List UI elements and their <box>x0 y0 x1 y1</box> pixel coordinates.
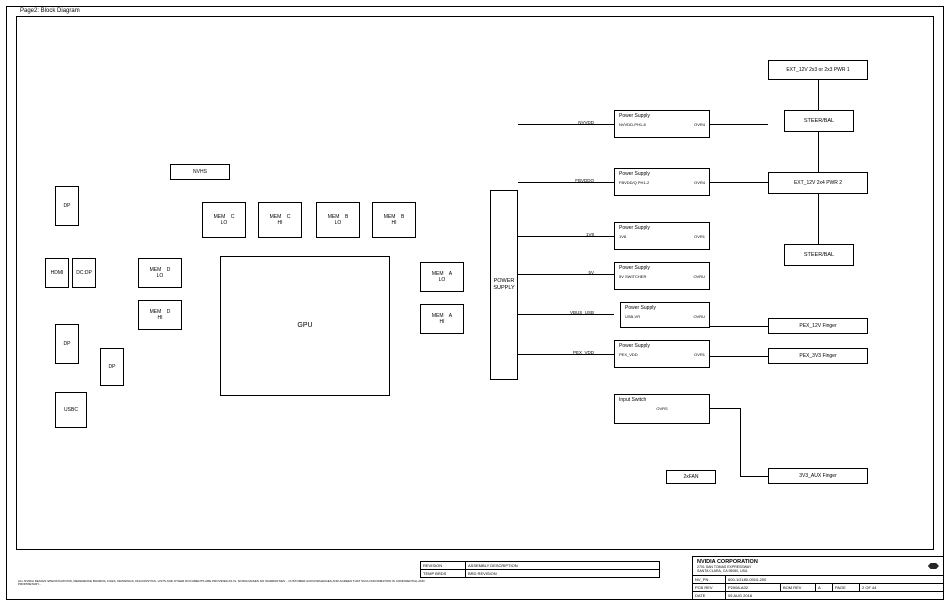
ps-title: Power Supply <box>619 171 705 177</box>
ps-nvvdd: Power Supply NVVDD-PH1-8 OVR4 <box>614 110 710 138</box>
bom-value: A <box>815 584 832 591</box>
wire <box>740 476 768 477</box>
wire <box>710 182 768 183</box>
ps-sub: 1V8 <box>619 234 626 239</box>
ps-sub: PEX_VDD <box>619 352 638 357</box>
wire <box>518 124 614 125</box>
rev-c2: BRD REVISION <box>465 570 659 577</box>
block-ext-pwr2: EXT_12V 2x4 PWR 2 <box>768 172 868 194</box>
wire <box>710 326 768 327</box>
block-mem-a-hi: MEM A HI <box>420 304 464 334</box>
block-mem-c-lo: MEM C LO <box>202 202 246 238</box>
block-ext-pwr1: EXT_12V 2x3 or 2x3 PWR 1 <box>768 60 868 80</box>
ps-ovr: OVRU <box>693 314 705 319</box>
disclaimer: ALL NVIDIA DESIGN SPECIFICATIONS, REFERE… <box>18 580 430 586</box>
ps-sub: USB-VR <box>625 314 640 319</box>
block-mem-b-lo: MEM B LO <box>316 202 360 238</box>
connector-hdmi: HDMI <box>45 258 69 288</box>
wire <box>518 314 614 315</box>
connector-dp1: DP <box>55 186 79 226</box>
block-power-supply: POWER SUPPLY <box>490 190 518 380</box>
ps-title: Input Switch <box>619 397 705 403</box>
ps-title: Power Supply <box>625 305 705 311</box>
wire <box>818 132 819 172</box>
wire <box>740 408 741 476</box>
nvpn-value: 600-1G180-0010-200 <box>725 576 943 583</box>
ps-ovr: OVR4 <box>694 122 705 127</box>
nvidia-logo-icon <box>925 561 939 571</box>
block-mem-b-hi: MEM B HI <box>372 202 416 238</box>
ps-fbvddq: Power Supply FBVDD/Q PH1-2 OVR4 <box>614 168 710 196</box>
block-mem-d-hi: MEM D HI <box>138 300 182 330</box>
ps-title: Power Supply <box>619 265 705 271</box>
ps-title: Power Supply <box>619 113 705 119</box>
revision-table: REVISIONASSEMBLY DESCRIPTION TEMP BRDSBR… <box>420 561 660 578</box>
ps-sub: FBVDD/Q PH1-2 <box>619 180 649 185</box>
ps-sub: 5V SWITCHER <box>619 274 646 279</box>
page-l: PAGE <box>832 584 859 591</box>
pcb-value: P2008-A02 <box>725 584 780 591</box>
page-title: Page2: Block Diagram <box>20 8 80 14</box>
wire <box>518 182 614 183</box>
title-block: NVIDIA CORPORATION 2701 SAN TOMAS EXPRES… <box>692 556 944 600</box>
rev-h1: REVISION <box>421 562 465 569</box>
block-mem-a-lo: MEM A LO <box>420 262 464 292</box>
block-steer2: STEER/BAL <box>784 244 854 266</box>
ps-sub: OVRS <box>656 406 667 411</box>
bom-label: BOM REV <box>780 584 815 591</box>
wire <box>518 274 614 275</box>
wire <box>710 124 768 125</box>
pcb-label: PCB REV <box>693 584 725 591</box>
ps-vbus-usb: Power Supply USB-VR OVRU <box>620 302 710 328</box>
wire <box>518 236 614 237</box>
connector-dp2: DP <box>55 324 79 364</box>
block-mem-c-hi: MEM C HI <box>258 202 302 238</box>
block-pex12v: PEX_12V Finger <box>768 318 868 334</box>
wire <box>518 354 614 355</box>
wire <box>710 356 768 357</box>
corp-addr2: SANTA CLARA, CA 95050, USA <box>697 569 758 573</box>
wire <box>710 408 740 409</box>
nvpn-label: NV_PN <box>693 576 725 583</box>
block-pex3v3: PEX_3V3 Finger <box>768 348 868 364</box>
ps-ovr: OVR1 <box>694 352 705 357</box>
ps-sub: NVVDD-PH1-8 <box>619 122 646 127</box>
block-fan: 2xFAN <box>666 470 716 484</box>
ps-ovr: OVR4 <box>694 180 705 185</box>
wire <box>818 194 819 244</box>
wire <box>818 80 819 110</box>
ps-title: Power Supply <box>619 343 705 349</box>
block-steer1: STEER/BAL <box>784 110 854 132</box>
page-v: 2 OF 44 <box>859 584 943 591</box>
block-nvhs: NVHS <box>170 164 230 180</box>
ps-title: Power Supply <box>619 225 705 231</box>
ps-5v: Power Supply 5V SWITCHER OVRU <box>614 262 710 290</box>
ps-input-switch: Input Switch OVRS <box>614 394 710 424</box>
connector-usbc: USBC <box>55 392 87 428</box>
date-label: DATE <box>693 592 725 599</box>
block-mem-d-lo: MEM D LO <box>138 258 182 288</box>
block-aux3v3: 3V3_AUX Finger <box>768 468 868 484</box>
rev-c1: TEMP BRDS <box>421 570 465 577</box>
connector-dcdp: DC:DP <box>72 258 96 288</box>
date-value: 05 AUG 2018 <box>725 592 943 599</box>
ps-ovr: OVRU <box>693 274 705 279</box>
ps-pex-vdd: Power Supply PEX_VDD OVR1 <box>614 340 710 368</box>
sheet: Page2: Block Diagram DP HDMI DC:DP DP DP… <box>0 0 950 606</box>
ps-ovr: OVR1 <box>694 234 705 239</box>
ps-1v8: Power Supply 1V8 OVR1 <box>614 222 710 250</box>
block-gpu: GPU <box>220 256 390 396</box>
connector-dp3: DP <box>100 348 124 386</box>
rev-h2: ASSEMBLY DESCRIPTION <box>465 562 659 569</box>
